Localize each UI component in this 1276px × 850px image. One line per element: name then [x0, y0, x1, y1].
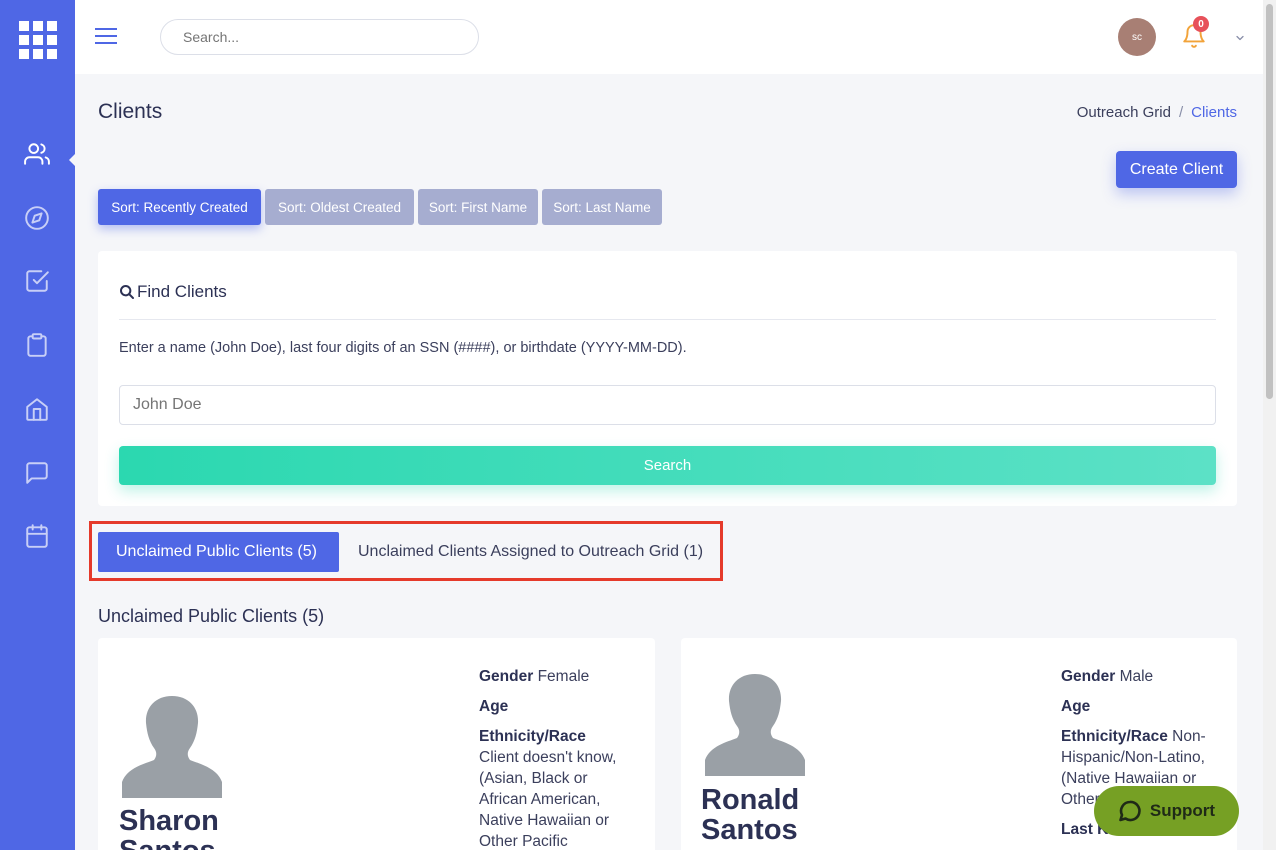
- avatar[interactable]: sc: [1118, 18, 1156, 56]
- sort-last-name-button[interactable]: Sort: Last Name: [542, 189, 662, 225]
- apps-grid-icon[interactable]: [19, 21, 57, 59]
- section-title: Unclaimed Public Clients (5): [98, 606, 325, 626]
- search-icon: [120, 285, 134, 299]
- find-clients-card: Find Clients Enter a name (John Doe), la…: [98, 251, 1237, 506]
- age-label: Age: [479, 698, 509, 715]
- home-icon[interactable]: [24, 396, 50, 422]
- clipboard-icon[interactable]: [24, 332, 50, 358]
- notification-badge: 0: [1193, 16, 1209, 32]
- breadcrumb: Outreach Grid / Clients: [1077, 104, 1237, 121]
- client-first-name: Sharon: [119, 805, 219, 837]
- client-card[interactable]: Sharon Santos Gender Female Age Ethnicit…: [98, 638, 655, 850]
- support-label: Support: [1149, 801, 1216, 820]
- sort-recently-created-button[interactable]: Sort: Recently Created: [98, 189, 261, 225]
- breadcrumb-separator: /: [1178, 104, 1184, 121]
- breadcrumb-current: Clients: [1191, 104, 1237, 121]
- ethnicity-value: Client doesn't know, (Asian, Black or Af…: [479, 749, 617, 850]
- find-hint: Enter a name (John Doe), last four digit…: [119, 340, 687, 356]
- global-search-input[interactable]: [160, 19, 479, 55]
- avatar-placeholder-icon: [122, 692, 222, 800]
- sort-first-name-button[interactable]: Sort: First Name: [418, 189, 538, 225]
- divider: [119, 319, 1216, 320]
- create-client-button[interactable]: Create Client: [1116, 151, 1237, 188]
- support-button[interactable]: Support: [1094, 786, 1239, 836]
- ethnicity-label: Ethnicity/Race: [1061, 728, 1168, 745]
- client-last-name: Santos: [119, 836, 219, 850]
- find-clients-title-text: Find Clients: [137, 282, 227, 301]
- users-icon[interactable]: [24, 141, 50, 167]
- top-bar: sc 0: [75, 0, 1263, 74]
- chat-bubble-icon: [1119, 800, 1141, 822]
- tab-unclaimed-public-clients[interactable]: Unclaimed Public Clients (5): [98, 532, 339, 572]
- gender-label: Gender: [479, 668, 534, 685]
- gender-value: Male: [1119, 668, 1154, 685]
- sidebar: [0, 0, 76, 850]
- menu-icon[interactable]: [95, 28, 117, 46]
- chat-icon[interactable]: [24, 460, 50, 486]
- gender-label: Gender: [1061, 668, 1116, 685]
- ethnicity-label: Ethnicity/Race: [479, 728, 586, 745]
- client-name[interactable]: Sharon Santos: [119, 806, 219, 850]
- gender-value: Female: [537, 668, 590, 685]
- scrollbar-thumb[interactable]: [1266, 4, 1273, 399]
- client-last-name: Santos: [701, 814, 798, 846]
- client-name[interactable]: Ronald Santos: [701, 785, 799, 845]
- tab-unclaimed-assigned-clients[interactable]: Unclaimed Clients Assigned to Outreach G…: [340, 532, 721, 572]
- compass-icon[interactable]: [24, 205, 50, 231]
- find-clients-title: Find Clients: [119, 282, 227, 302]
- avatar-placeholder-icon: [705, 670, 805, 778]
- client-search-input[interactable]: [119, 385, 1216, 425]
- active-indicator: [69, 153, 76, 167]
- sort-oldest-created-button[interactable]: Sort: Oldest Created: [265, 189, 414, 225]
- search-button[interactable]: Search: [119, 446, 1216, 485]
- chevron-down-icon[interactable]: [1234, 31, 1246, 43]
- client-info: Gender Female Age Ethnicity/Race Client d…: [479, 666, 639, 850]
- client-first-name: Ronald: [701, 784, 800, 816]
- age-label: Age: [1061, 698, 1091, 715]
- scrollbar[interactable]: [1263, 0, 1276, 850]
- checkbox-icon[interactable]: [24, 268, 50, 294]
- breadcrumb-home[interactable]: Outreach Grid: [1077, 104, 1171, 121]
- page-title: Clients: [98, 100, 163, 123]
- calendar-icon[interactable]: [24, 523, 50, 549]
